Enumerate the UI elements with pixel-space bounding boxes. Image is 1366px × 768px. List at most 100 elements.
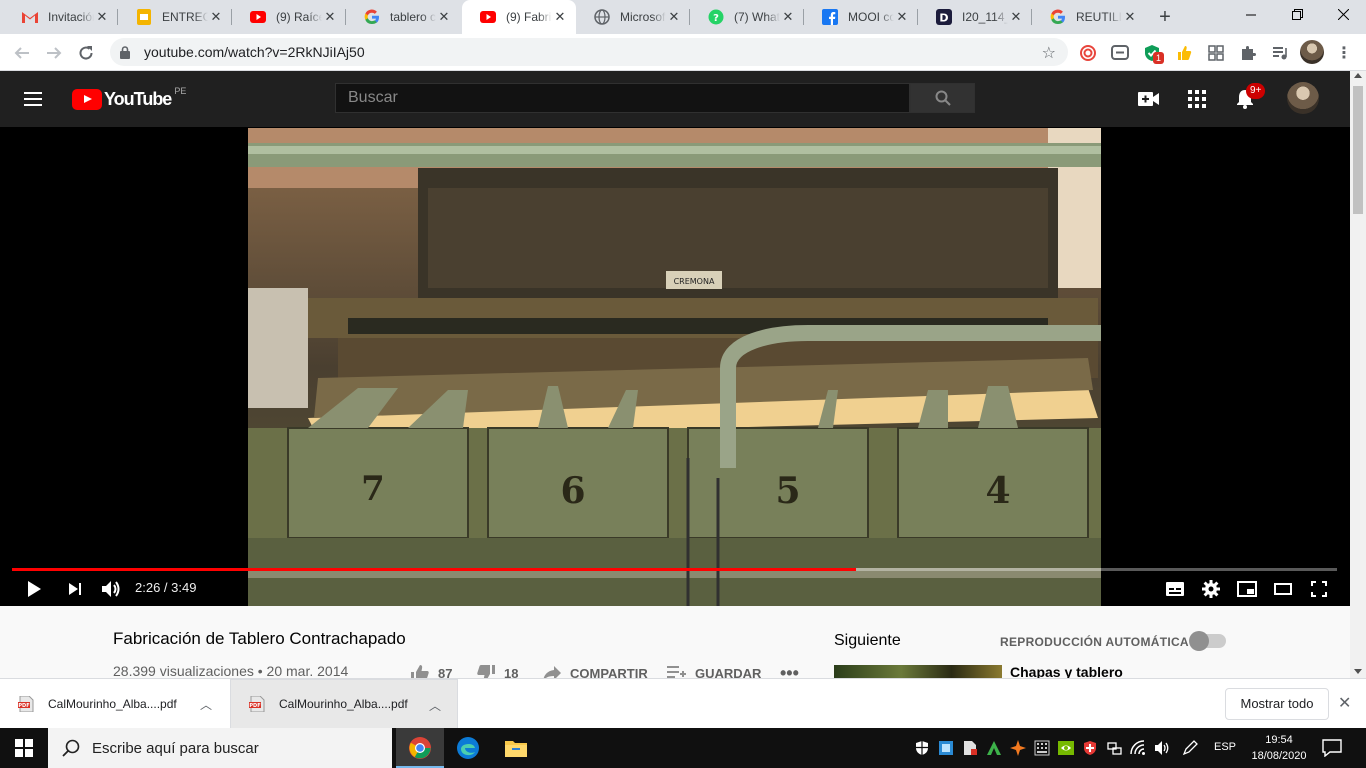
subtitles-button[interactable] — [1163, 577, 1187, 601]
menu-icon[interactable] — [24, 89, 48, 109]
svg-text:PDF: PDF — [18, 703, 29, 709]
taskbar-search-placeholder: Escribe aquí para buscar — [92, 739, 259, 757]
extension-grid-icon[interactable] — [1206, 43, 1226, 63]
avatar[interactable] — [1287, 82, 1319, 114]
close-icon[interactable]: ✕ — [436, 9, 452, 25]
apps-grid-icon[interactable] — [1185, 87, 1209, 111]
tray-document-icon[interactable] — [962, 740, 978, 756]
tray-nvidia-icon[interactable] — [1058, 740, 1074, 756]
next-video-thumbnail[interactable] — [834, 665, 1002, 679]
progress-bar[interactable] — [12, 568, 1337, 571]
tab-title: Invitación — [48, 10, 94, 24]
youtube-icon — [250, 9, 266, 25]
search-input[interactable]: Buscar — [335, 83, 910, 113]
action-center-icon[interactable] — [1322, 739, 1342, 758]
browser-tab-youtube-raices[interactable]: (9) Raíces ✕ — [232, 0, 346, 34]
taskbar-search-input[interactable]: Escribe aquí para buscar — [48, 728, 392, 768]
tray-wifi-icon[interactable] — [1130, 740, 1146, 756]
close-icon[interactable]: ✕ — [780, 9, 796, 25]
miniplayer-button[interactable] — [1235, 577, 1259, 601]
browser-tab-strip: Invitación ✕ ENTREGA ✕ (9) Raíces ✕ tabl… — [0, 0, 1366, 34]
next-button[interactable] — [63, 577, 87, 601]
extension-chat-icon[interactable] — [1110, 43, 1130, 63]
reload-button[interactable] — [72, 39, 100, 67]
bookmark-star-icon[interactable]: ☆ — [1042, 43, 1056, 63]
scrollbar-thumb[interactable] — [1353, 86, 1363, 214]
browser-tab-slides[interactable]: ENTREGA ✕ — [118, 0, 232, 34]
show-all-downloads-button[interactable]: Mostrar todo — [1225, 688, 1329, 720]
download-item[interactable]: PDF CalMourinho_Alba....pdf ︿ — [0, 679, 228, 729]
taskbar-clock[interactable]: 19:54 18/08/2020 — [1244, 732, 1314, 764]
close-icon[interactable]: ✕ — [552, 9, 568, 25]
scroll-down-icon[interactable] — [1354, 669, 1362, 674]
youtube-logo[interactable]: YouTube PE — [72, 86, 186, 110]
browser-tab-document[interactable]: D I20_114_ ✕ — [918, 0, 1032, 34]
tab-title: (7) Whats — [734, 10, 780, 24]
browser-tab-microsoft[interactable]: Microsoft ✕ — [576, 0, 690, 34]
menu-kebab-icon[interactable]: ⋮ — [1334, 43, 1354, 63]
volume-button[interactable] — [99, 577, 123, 601]
close-icon[interactable]: ✕ — [94, 9, 110, 25]
settings-button[interactable] — [1199, 577, 1223, 601]
tray-star-icon[interactable] — [1010, 740, 1026, 756]
browser-tab-youtube-active[interactable]: (9) Fabric ✕ — [462, 0, 576, 34]
close-icon[interactable]: ✕ — [666, 9, 682, 25]
taskbar-chrome[interactable] — [396, 728, 444, 768]
arrow-right-icon — [47, 47, 62, 59]
browser-tab-google-tablero[interactable]: tablero co ✕ — [346, 0, 460, 34]
tray-network-adapter-icon[interactable] — [1106, 740, 1122, 756]
theater-mode-button[interactable] — [1271, 577, 1295, 601]
input-language[interactable]: ESP — [1214, 741, 1236, 753]
new-tab-button[interactable]: + — [1153, 5, 1177, 29]
edge-icon — [457, 737, 479, 759]
close-icon[interactable]: ✕ — [1008, 9, 1024, 25]
scroll-up-icon[interactable] — [1354, 73, 1362, 78]
slides-icon — [136, 9, 152, 25]
profile-avatar[interactable] — [1300, 40, 1324, 64]
download-item[interactable]: PDF CalMourinho_Alba....pdf ︿ — [230, 679, 458, 729]
extension-thumbs-up-icon[interactable] — [1174, 43, 1194, 63]
address-bar[interactable]: youtube.com/watch?v=2RkNJiIAj50 ☆ — [110, 38, 1068, 66]
video-player[interactable]: CREMONA 7 6 5 4 2:26 / 3:49 — [0, 127, 1350, 606]
maximize-button[interactable] — [1274, 0, 1320, 30]
minimize-icon — [1246, 14, 1256, 16]
autoplay-toggle[interactable] — [1189, 631, 1226, 651]
forward-button[interactable] — [40, 39, 68, 67]
window-close-button[interactable] — [1320, 0, 1366, 30]
create-video-icon[interactable] — [1137, 87, 1161, 111]
download-filename: CalMourinho_Alba....pdf — [279, 697, 408, 711]
close-icon[interactable]: ✕ — [1338, 693, 1351, 713]
chevron-up-icon[interactable]: ︿ — [200, 696, 212, 713]
extension-shield-icon[interactable]: 1 — [1142, 43, 1165, 64]
extensions-puzzle-icon[interactable] — [1238, 43, 1258, 63]
taskbar-edge[interactable] — [444, 728, 492, 768]
minimize-button[interactable] — [1228, 0, 1274, 30]
browser-tab-facebook[interactable]: MOOI co ✕ — [804, 0, 918, 34]
chevron-up-icon[interactable]: ︿ — [429, 697, 441, 714]
media-control-icon[interactable] — [1270, 43, 1290, 63]
start-button[interactable] — [0, 728, 48, 768]
close-icon[interactable]: ✕ — [322, 9, 338, 25]
tray-app-icon[interactable] — [938, 740, 954, 756]
close-icon[interactable]: ✕ — [1122, 9, 1138, 25]
extension-spiral-icon[interactable] — [1078, 43, 1098, 63]
tray-keyboard-icon[interactable] — [1034, 740, 1050, 756]
browser-tab-google-reutiliz[interactable]: REUTILIZ ✕ — [1032, 0, 1146, 34]
close-icon[interactable]: ✕ — [894, 9, 910, 25]
bin-number-4: 4 — [985, 470, 1010, 512]
back-button[interactable] — [8, 39, 36, 67]
tray-speaker-icon[interactable] — [1154, 740, 1170, 756]
tray-a-icon[interactable] — [986, 740, 1002, 756]
browser-tab-gmail[interactable]: Invitación ✕ — [4, 0, 118, 34]
browser-tab-whatsapp[interactable]: ? (7) Whats ✕ — [690, 0, 804, 34]
tray-antivirus-icon[interactable] — [1082, 740, 1098, 756]
close-icon[interactable]: ✕ — [208, 9, 224, 25]
tray-pen-icon[interactable] — [1182, 740, 1198, 756]
video-frame[interactable]: CREMONA 7 6 5 4 — [248, 128, 1101, 606]
play-button[interactable] — [22, 577, 46, 601]
page-scrollbar[interactable] — [1350, 71, 1366, 678]
fullscreen-button[interactable] — [1307, 577, 1331, 601]
taskbar-file-explorer[interactable] — [492, 728, 540, 768]
tray-shield-icon[interactable] — [914, 740, 930, 756]
search-button[interactable] — [910, 83, 975, 113]
